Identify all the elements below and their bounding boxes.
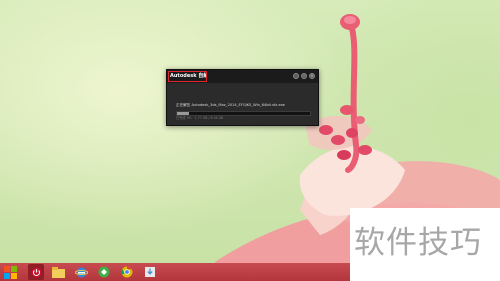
extract-dialog: Autodesk 自解压 – × 正在解压 Autodesk_3ds_Max_2… (166, 69, 319, 126)
flower-stamen (340, 105, 354, 115)
internet-explorer-button[interactable] (73, 264, 89, 280)
minimize-icon: – (303, 73, 305, 78)
start-logo-icon (3, 265, 17, 279)
flower-stamen (319, 125, 333, 135)
watermark-text: 软件技巧 (354, 225, 482, 261)
chrome-button[interactable] (119, 264, 135, 280)
download-button[interactable] (142, 264, 158, 280)
minimize-button[interactable]: – (301, 73, 307, 79)
flower-stamen (358, 145, 372, 155)
flower-stamen (355, 116, 365, 124)
flower-stamen (346, 128, 358, 138)
chrome-icon (121, 266, 133, 278)
flower-stamen (331, 135, 345, 145)
green-app-button[interactable] (96, 264, 112, 280)
progress-detail: 已完成 9% · 1.77 GB / 6.04 GB (176, 116, 224, 120)
desktop: Autodesk 自解压 – × 正在解压 Autodesk_3ds_Max_2… (0, 0, 500, 281)
green-app-icon (98, 266, 110, 278)
status-text: 正在解压 Autodesk_3ds_Max_2014_EFGJKS_Win_64… (176, 103, 285, 107)
close-button[interactable]: × (309, 73, 315, 79)
taskbar (0, 263, 350, 281)
progress-bar-fill (177, 112, 189, 115)
power-button[interactable] (28, 264, 44, 280)
file-explorer-button[interactable] (50, 264, 66, 280)
power-icon (31, 267, 41, 277)
file-explorer-icon (51, 266, 65, 278)
dialog-title: Autodesk 自解压 (168, 71, 207, 82)
flower-stamen (337, 150, 351, 160)
download-icon (145, 267, 155, 277)
watermark-panel: 软件技巧 (350, 208, 500, 281)
close-icon: × (310, 73, 314, 78)
start-button[interactable] (2, 264, 18, 280)
internet-explorer-icon (74, 267, 88, 277)
info-button[interactable] (293, 73, 299, 79)
dialog-titlebar[interactable]: Autodesk 自解压 – × (167, 70, 318, 83)
